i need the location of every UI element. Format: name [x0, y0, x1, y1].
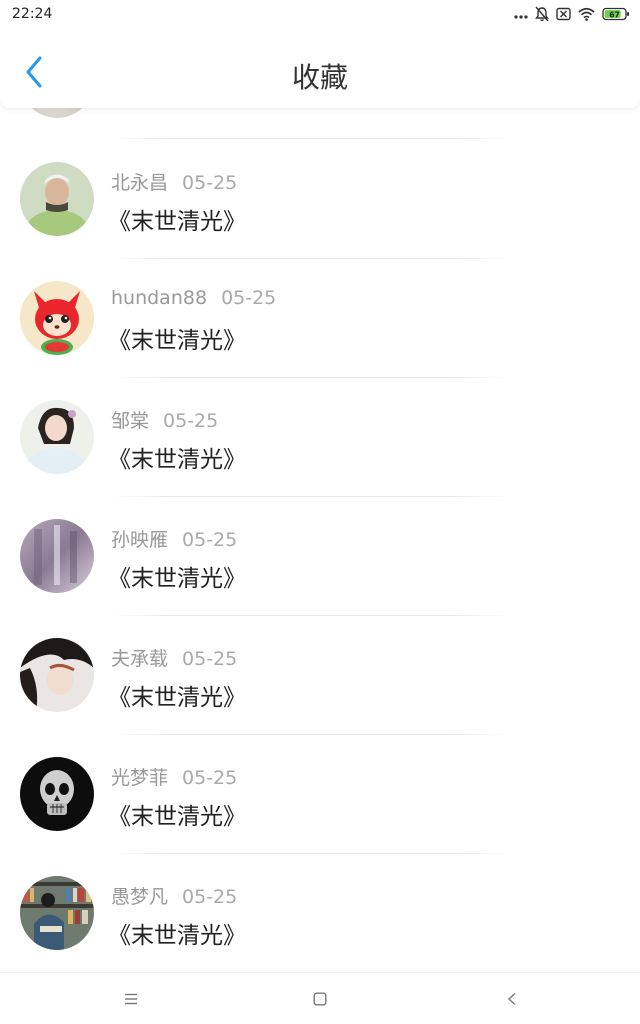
home-button[interactable]	[306, 985, 334, 1013]
item-meta: 愚梦凡 05-25	[111, 882, 237, 909]
battery-level: 67	[609, 10, 619, 19]
username: 北永昌	[111, 172, 169, 194]
page-title: 收藏	[291, 61, 348, 94]
header-bar: 收藏	[0, 28, 640, 108]
status-bar: 22:24 67	[0, 0, 640, 28]
bell-muted-icon	[535, 6, 549, 22]
book-title: 《末世清光》	[108, 685, 246, 711]
username: hundan88	[111, 287, 208, 309]
date: 05-25	[182, 886, 238, 908]
system-nav-bar	[0, 972, 640, 1024]
book-title: 《末世清光》	[108, 209, 246, 235]
avatar	[20, 281, 94, 355]
favorite-item[interactable]: 光梦菲 05-25 《末世清光》	[0, 735, 640, 854]
item-meta: 邹棠 05-25	[111, 406, 218, 433]
username: 愚梦凡	[111, 886, 169, 908]
username: 光梦菲	[111, 767, 169, 789]
favorite-item[interactable]: 愚梦凡 05-25 《末世清光》	[0, 854, 640, 972]
favorite-item[interactable]: 邹棠 05-25 《末世清光》	[0, 378, 640, 497]
item-meta: 光梦菲 05-25	[111, 763, 237, 790]
book-title: 《末世清光》	[108, 328, 246, 354]
date: 05-25	[182, 767, 238, 789]
home-square-icon	[313, 992, 327, 1006]
favorite-item[interactable]: 北永昌 05-25 《末世清光》	[0, 140, 640, 259]
item-meta: hundan88 05-25	[111, 287, 276, 309]
wifi-icon	[578, 7, 595, 21]
avatar	[20, 400, 94, 474]
book-title: 《末世清光》	[108, 804, 246, 830]
status-icons: 67	[514, 5, 630, 23]
favorite-item[interactable]: hundan88 05-25 《末世清光》	[0, 259, 640, 378]
avatar	[20, 876, 94, 950]
item-meta: 夫承载 05-25	[111, 644, 237, 671]
favorite-item[interactable]: 夫承载 05-25 《末世清光》	[0, 616, 640, 735]
avatar	[20, 162, 94, 236]
book-title: 《末世清光》	[108, 923, 246, 949]
date: 05-25	[182, 172, 238, 194]
avatar	[20, 757, 94, 831]
avatar	[20, 519, 94, 593]
more-dots-icon	[514, 15, 528, 19]
username: 孙映雁	[111, 529, 169, 551]
menu-icon	[125, 993, 137, 1005]
item-meta: 孙映雁 05-25	[111, 525, 237, 552]
favorite-item[interactable]: 孙映雁 05-25 《末世清光》	[0, 497, 640, 616]
username: 夫承载	[111, 648, 169, 670]
sim-off-icon	[556, 7, 571, 21]
item-meta: 北永昌 05-25	[111, 168, 237, 195]
date: 05-25	[182, 529, 238, 551]
favorites-list[interactable]: 北永昌 05-25 《末世清光》 hundan88 05-25 《末世清光》 邹…	[0, 80, 640, 972]
system-back-button[interactable]	[498, 985, 526, 1013]
battery-icon: 67	[602, 7, 629, 21]
username: 邹棠	[111, 410, 150, 432]
book-title: 《末世清光》	[108, 566, 246, 592]
date: 05-25	[182, 648, 238, 670]
book-title: 《末世清光》	[108, 447, 246, 473]
divider	[110, 138, 510, 139]
avatar	[20, 638, 94, 712]
date: 05-25	[163, 410, 219, 432]
menu-button[interactable]	[117, 985, 145, 1013]
status-time: 22:24	[12, 6, 53, 22]
back-triangle-icon	[508, 992, 516, 1006]
date: 05-25	[221, 287, 277, 309]
